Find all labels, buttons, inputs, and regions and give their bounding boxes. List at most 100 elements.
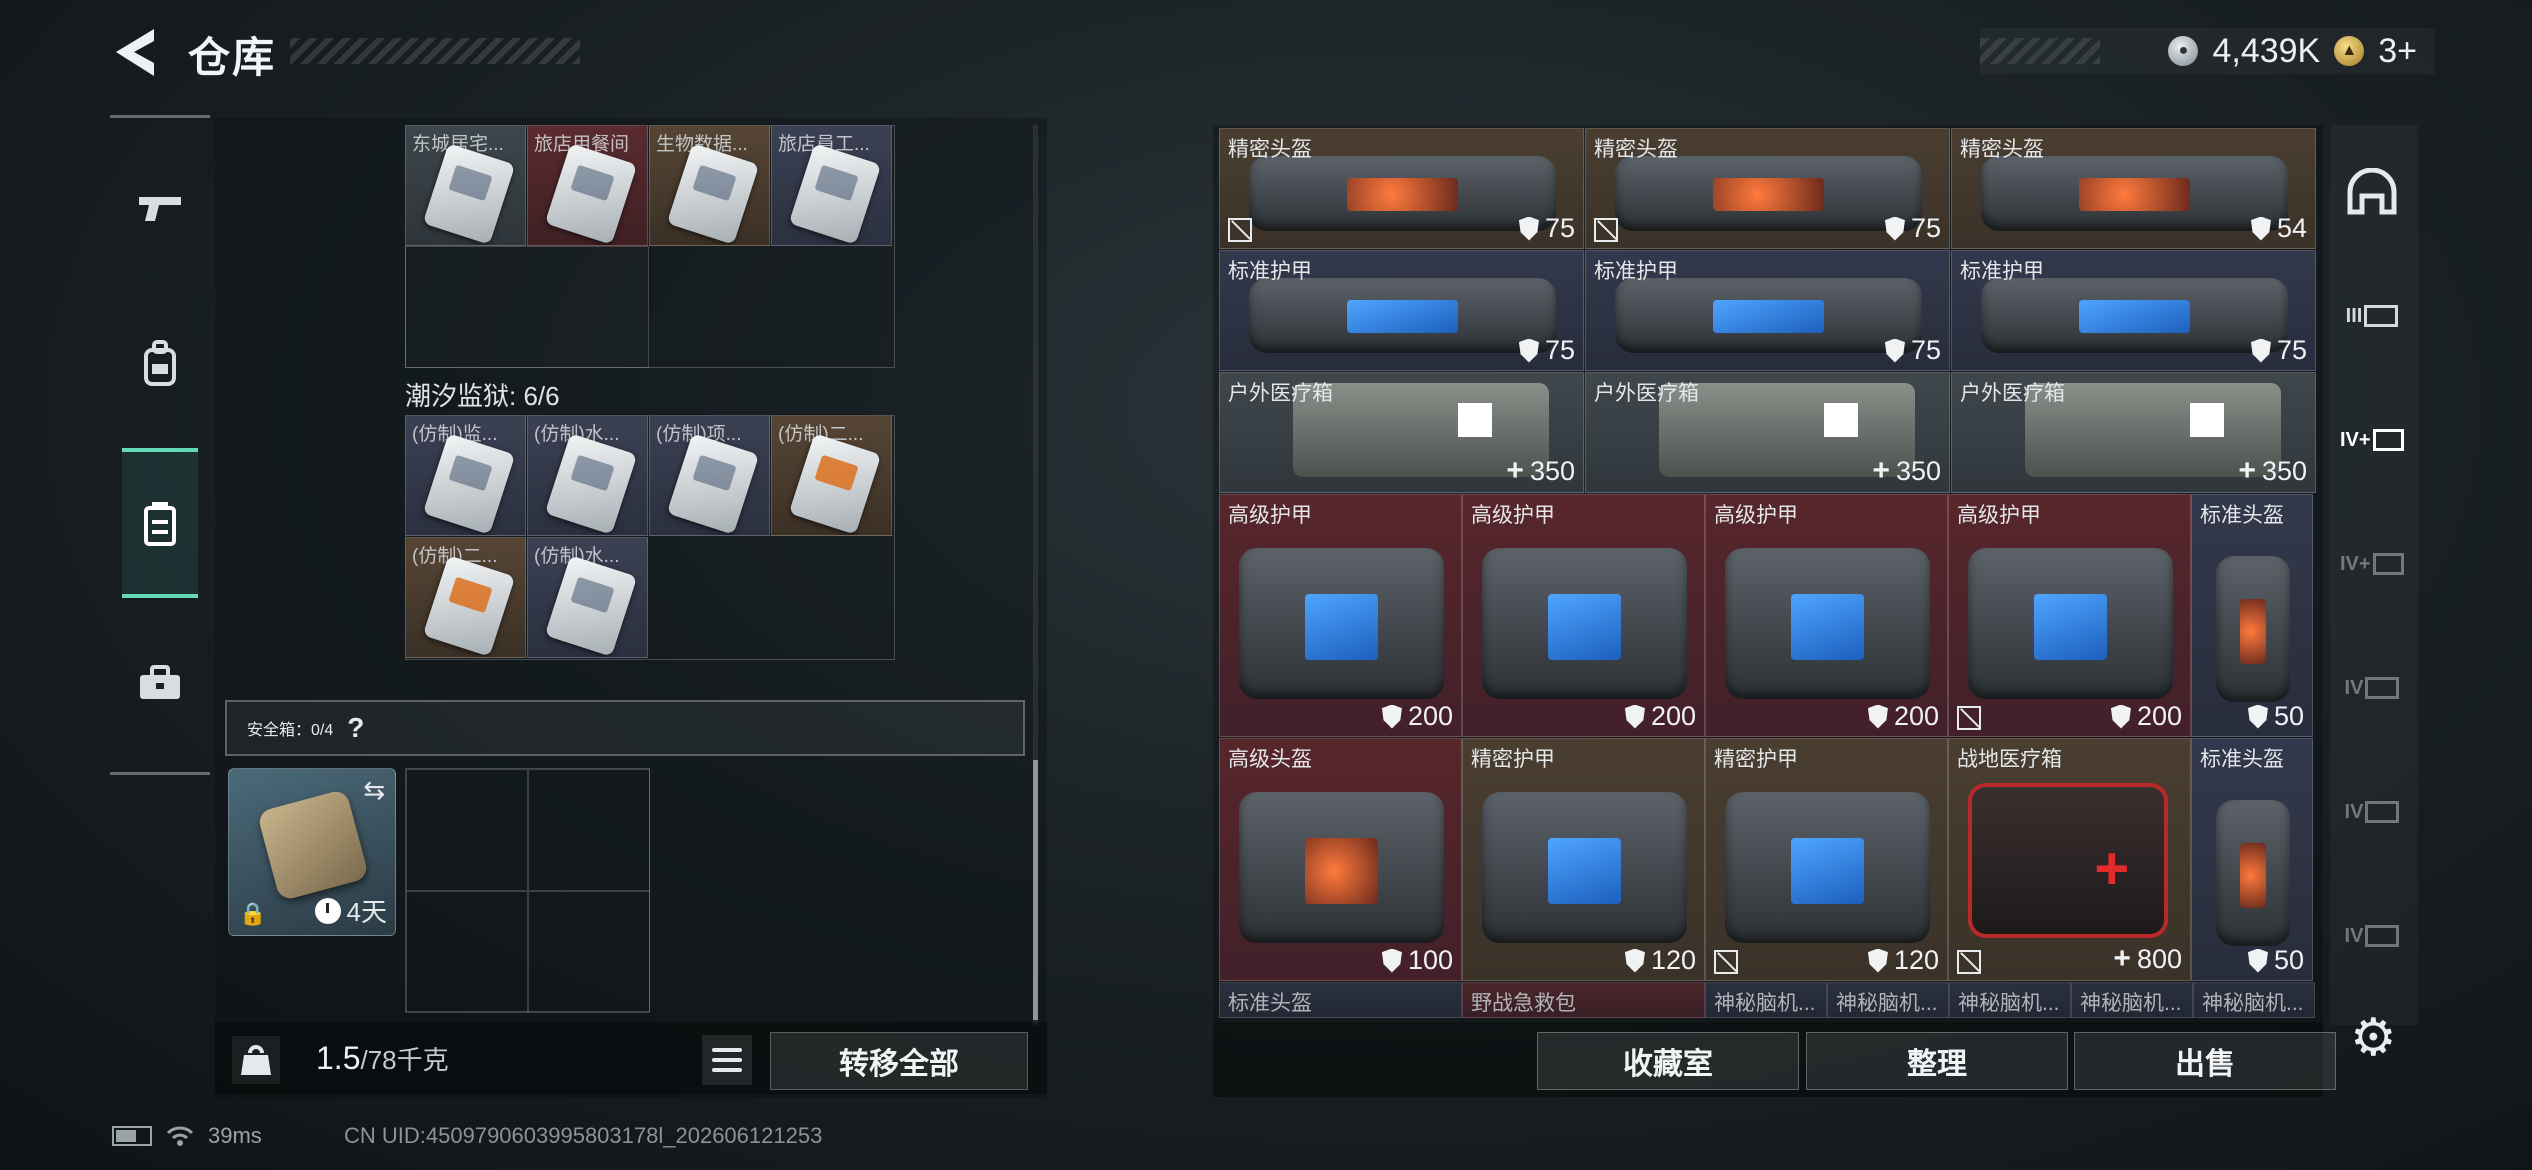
armor-panel [1347, 300, 1458, 334]
gun-tier-icon[interactable]: IV [2340, 904, 2404, 968]
nav-toolbox[interactable] [122, 608, 198, 758]
page-title: 仓库 [188, 34, 277, 81]
armor-panel [2033, 593, 2108, 660]
safebox-slot[interactable] [528, 891, 650, 1013]
inventory-item[interactable]: 精密护甲 120 [1462, 738, 1705, 981]
inventory-item[interactable]: 精密头盔 75 [1585, 128, 1950, 249]
transfer-all-button[interactable]: 转移全部 [770, 1032, 1028, 1090]
stash-card[interactable]: (仿制)监... [405, 415, 526, 536]
durability-value: 120 [1650, 945, 1696, 975]
inventory-item[interactable]: 精密头盔 54 [1951, 128, 2316, 249]
medkit-tier-icon[interactable]: IV+ [2340, 532, 2404, 596]
armor-bag-image [1482, 548, 1687, 700]
inventory-item[interactable]: 精密头盔 75 [1219, 128, 1584, 249]
stash-scrollbar-thumb[interactable] [1033, 760, 1038, 1020]
lock-icon: 🔒 [239, 901, 267, 926]
pistol-icon [139, 197, 181, 221]
item-durability: 200 [1867, 701, 1939, 732]
stash-card[interactable]: 东城居宅... [405, 125, 526, 246]
swap-icon[interactable]: ⇆ [363, 775, 385, 806]
inventory-item[interactable]: 高级护甲 200 [1948, 494, 2191, 737]
armor-panel [1347, 178, 1458, 212]
rail-box-icon [2364, 305, 2399, 327]
inventory-item[interactable]: 标准头盔 [1219, 982, 1462, 1018]
stash-card[interactable]: (仿制)水... [527, 537, 648, 658]
cross-badge [2190, 403, 2225, 438]
stash-card[interactable]: (仿制)水... [527, 415, 648, 536]
help-icon[interactable]: ? [347, 712, 364, 744]
inventory-item[interactable]: 高级护甲 200 [1462, 494, 1705, 737]
empty-slot[interactable] [405, 246, 649, 368]
inventory-item[interactable]: 标准护甲 75 [1219, 250, 1584, 371]
item-durability: +800 [2113, 942, 2182, 976]
organize-button[interactable]: 整理 [1806, 1032, 2068, 1090]
shield-icon [2250, 338, 2271, 363]
uid-text: CN UID:4509790603995803178l_202606121253 [344, 1123, 823, 1148]
shield-icon [1624, 704, 1645, 729]
inventory-item[interactable]: 精密护甲 120 [1705, 738, 1948, 981]
stash-card[interactable]: (仿制)项... [649, 415, 770, 536]
armor-panel [1713, 300, 1824, 334]
inventory-item[interactable]: 神秘脑机... [2071, 982, 2193, 1018]
sell-button[interactable]: 出售 [2074, 1032, 2336, 1090]
safebox-slot[interactable] [406, 769, 528, 891]
wifi-icon [166, 1126, 194, 1146]
item-durability: 200 [1381, 701, 1453, 732]
ammo-tier-icon[interactable]: IV [2340, 780, 2404, 844]
list-view-button[interactable] [702, 1035, 752, 1085]
back-button[interactable] [110, 25, 160, 80]
keycard-image [544, 433, 638, 535]
currency-bar: ● 4,439K ▲ 3+ [1980, 28, 2435, 74]
inventory-item[interactable]: + 战地医疗箱 +800 [1948, 738, 2191, 981]
inventory-item[interactable]: 高级头盔 100 [1219, 738, 1462, 981]
gold-balance[interactable]: 3+ [2378, 32, 2417, 71]
nav-backpack[interactable] [122, 288, 198, 438]
stash-card[interactable]: 旅店用餐间 [527, 125, 648, 246]
inventory-item[interactable]: 标准护甲 75 [1951, 250, 2316, 371]
inventory-item[interactable]: 神秘脑机... [1705, 982, 1827, 1018]
item-durability: 120 [1867, 945, 1939, 976]
stash-card[interactable]: (仿制)二... [771, 415, 892, 536]
inventory-item[interactable]: 户外医疗箱 +350 [1219, 372, 1584, 493]
inventory-item[interactable]: 标准头盔 50 [2191, 738, 2313, 981]
stash-card[interactable]: (仿制)二... [405, 537, 526, 658]
inventory-item[interactable]: 户外医疗箱 +350 [1585, 372, 1950, 493]
weight-current: 1.5 [316, 1040, 361, 1076]
item-name: 标准护甲 [1228, 260, 1312, 283]
safebox-slot[interactable] [528, 769, 650, 891]
stash-card[interactable]: 旅店員工... [771, 125, 892, 246]
inventory-item[interactable]: 户外医疗箱 +350 [1951, 372, 2316, 493]
nav-container[interactable] [122, 448, 198, 598]
nav-weapons[interactable] [122, 133, 198, 283]
red-cross-icon: + [2094, 834, 2130, 902]
collection-room-button[interactable]: 收藏室 [1537, 1032, 1799, 1090]
inventory-item[interactable]: 标准护甲 75 [1585, 250, 1950, 371]
inventory-item[interactable]: 神秘脑机... [1827, 982, 1949, 1018]
inventory-item[interactable]: 神秘脑机... [1949, 982, 2071, 1018]
inventory-item[interactable]: 标准头盔 50 [2191, 494, 2313, 737]
item-durability: 100 [1381, 945, 1453, 976]
rifle-tier-icon[interactable]: III [2340, 284, 2404, 348]
cross-badge [1824, 403, 1859, 438]
safe-case-item[interactable]: ⇆ 🔒 4天 [228, 768, 396, 936]
item-name: 户外医疗箱 [1594, 382, 1699, 405]
keycard-image [422, 143, 516, 245]
durability-value: 54 [2276, 213, 2307, 243]
helmet-image [2216, 555, 2290, 702]
shield-icon [1381, 948, 1402, 973]
inventory-item[interactable]: 神秘脑机... [2193, 982, 2315, 1018]
stash-card[interactable]: 生物数据... [649, 125, 770, 246]
safebox-slot[interactable] [406, 891, 528, 1013]
item-durability: 54 [2250, 213, 2307, 244]
helmet-category-icon[interactable] [2340, 160, 2404, 224]
shield-icon [1518, 338, 1539, 363]
medkit-tier-icon[interactable]: IV+ [2340, 408, 2404, 472]
inventory-item[interactable]: 野战急救包 [1462, 982, 1705, 1018]
inventory-item[interactable]: 高级护甲 200 [1705, 494, 1948, 737]
ammo-tier-icon[interactable]: IV [2340, 656, 2404, 720]
inventory-item[interactable]: 高级护甲 200 [1219, 494, 1462, 737]
durability-value: 75 [1910, 335, 1941, 365]
gear-icon[interactable]: ⚙ [2350, 1008, 2397, 1068]
item-name: 神秘脑机... [1958, 992, 2060, 1015]
item-name: 神秘脑机... [2080, 992, 2182, 1015]
